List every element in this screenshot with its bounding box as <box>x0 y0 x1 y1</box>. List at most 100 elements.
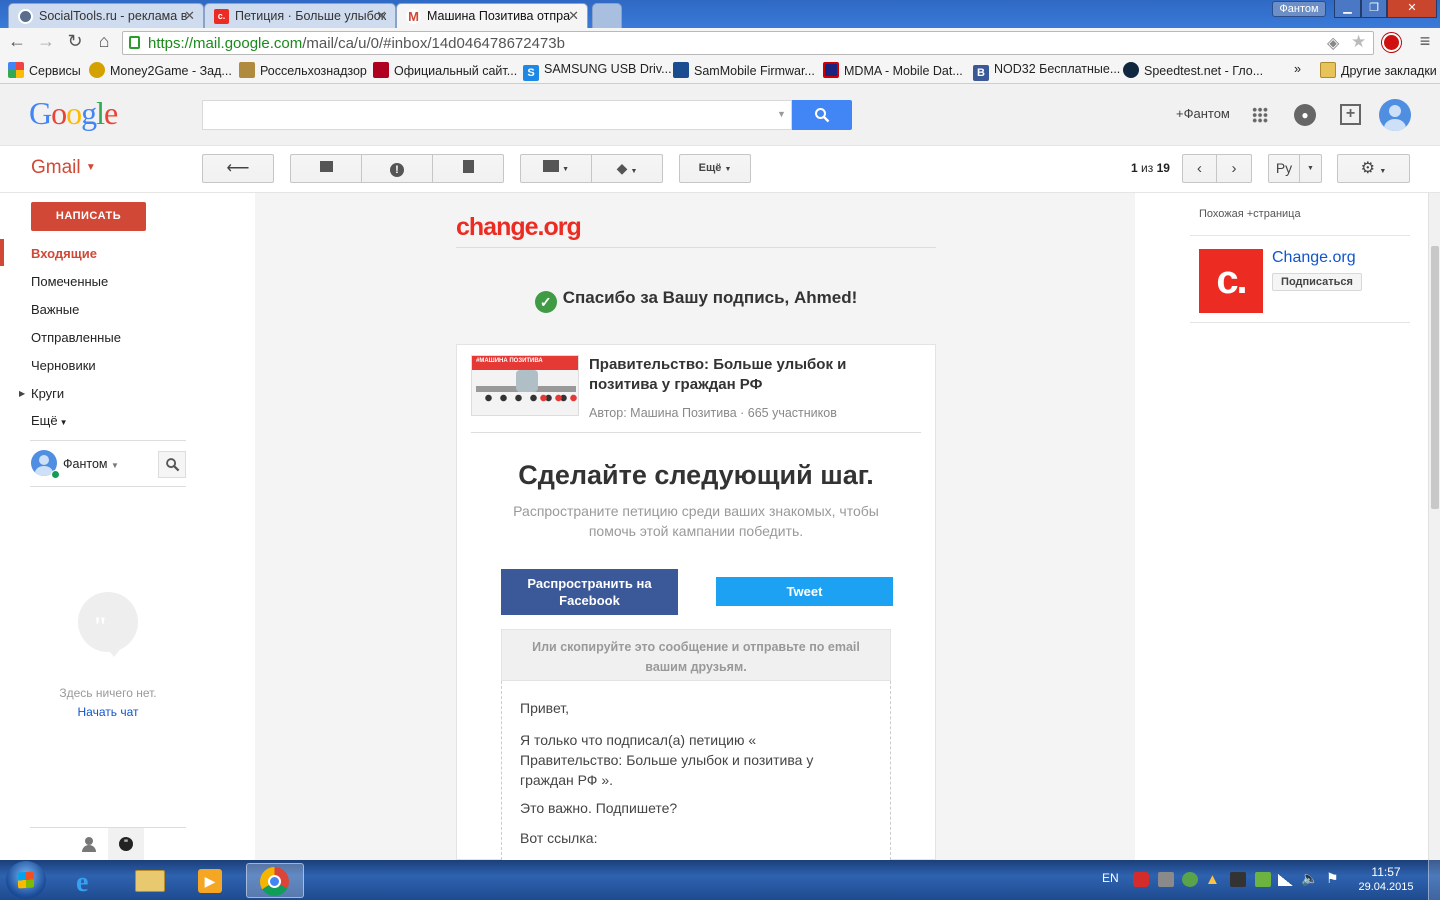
newer-button[interactable]: ‹ <box>1182 154 1217 183</box>
input-tools-dropdown[interactable]: ▼ <box>1299 154 1322 183</box>
show-desktop-button[interactable] <box>1428 860 1440 900</box>
sidebar-item-drafts[interactable]: Черновики <box>31 358 96 373</box>
google-logo[interactable]: Google <box>29 95 118 132</box>
hangouts-avatar[interactable] <box>31 450 60 479</box>
back-arrow-icon: ⟵ <box>226 160 250 177</box>
petition-title-link[interactable]: Правительство: Больше улыбок и позитива … <box>589 355 889 395</box>
avatar[interactable] <box>1379 99 1411 131</box>
action-center-flag-icon[interactable]: ⚑ <box>1326 870 1339 887</box>
new-tab-button[interactable] <box>592 3 622 28</box>
google-plus-user[interactable]: +Фантом <box>1176 106 1230 121</box>
bookmarks-overflow[interactable]: » <box>1294 62 1301 76</box>
related-page-link[interactable]: Change.org <box>1272 249 1356 267</box>
scrollbar[interactable] <box>1428 193 1440 860</box>
network-icon[interactable] <box>1278 874 1293 886</box>
close-icon[interactable]: ✕ <box>376 8 387 24</box>
bookmark-money2game[interactable]: Money2Game - Зад... <box>89 62 232 78</box>
settings-button[interactable]: ⚙ ▼ <box>1337 154 1410 183</box>
bookmark-samsung[interactable]: S SAMSUNG USB Driv... <box>523 62 672 81</box>
search-options-icon[interactable]: ▼ <box>777 109 786 119</box>
volume-icon[interactable]: 🔈 <box>1301 870 1318 887</box>
apps-grid-icon[interactable] <box>1252 107 1268 123</box>
bookmark-official[interactable]: Официальный сайт... <box>373 62 517 78</box>
warning-tray-icon[interactable]: ▲ <box>1205 871 1220 888</box>
report-spam-button[interactable]: ! <box>361 154 433 183</box>
labels-button[interactable]: ◆ ▼ <box>591 154 663 183</box>
copy-message-box[interactable]: Привет, Я только что подписал(а) петицию… <box>501 681 891 860</box>
input-language[interactable]: EN <box>1102 871 1119 885</box>
sidebar-item-more[interactable]: Ещё ▼ <box>31 413 68 428</box>
explorer-folder-icon[interactable] <box>126 863 174 898</box>
tab-socialtools[interactable]: SocialTools.ru - реклама в ✕ <box>8 3 204 28</box>
tray-app-icon[interactable] <box>1182 872 1198 887</box>
back-icon[interactable]: ← <box>5 31 29 52</box>
hangouts-tab[interactable]: " <box>108 828 144 860</box>
address-bar[interactable]: https://mail.google.com/mail/ca/u/0/#inb… <box>122 31 1374 55</box>
bookmark-nod32[interactable]: B NOD32 Бесплатные... <box>973 62 1120 81</box>
reload-icon[interactable]: ↻ <box>63 31 87 52</box>
bookmark-rosselhoz[interactable]: Россельхознадзор <box>239 62 367 78</box>
hangouts-search-button[interactable] <box>158 451 186 478</box>
changeorg-page-logo[interactable]: c. <box>1199 249 1263 313</box>
scrollbar-thumb[interactable] <box>1431 246 1439 509</box>
tray-app-icon[interactable] <box>1230 872 1246 887</box>
tab-petition[interactable]: c. Петиция · Больше улыбок ✕ <box>204 3 396 28</box>
sammobile-icon <box>673 62 689 78</box>
notifications-icon[interactable]: ● <box>1294 104 1316 126</box>
sidebar-item-starred[interactable]: Помеченные <box>31 274 108 289</box>
sidebar-item-inbox[interactable]: Входящие <box>31 246 97 261</box>
other-bookmarks[interactable]: Другие закладки <box>1320 62 1437 78</box>
internet-explorer-icon[interactable]: e <box>66 863 114 898</box>
home-icon[interactable]: ⌂ <box>92 31 116 52</box>
share-plus-icon[interactable]: + <box>1340 104 1361 125</box>
contacts-icon[interactable] <box>81 836 97 852</box>
expand-arrow-icon[interactable]: ▶ <box>19 389 25 398</box>
tray-app-icon[interactable] <box>1255 872 1271 887</box>
sidebar-item-circles[interactable]: Круги <box>31 386 64 401</box>
input-tools-button[interactable]: Ру <box>1268 154 1300 183</box>
forward-icon[interactable]: → <box>34 31 58 52</box>
tweet-button[interactable]: Tweet <box>716 577 893 606</box>
bookmark-sammobile[interactable]: SamMobile Firmwar... <box>673 62 815 78</box>
tab-gmail[interactable]: M Машина Позитива отпра ✕ <box>396 3 588 28</box>
close-icon[interactable]: ✕ <box>568 8 579 24</box>
clock[interactable]: 11:57 29.04.2015 <box>1352 865 1420 895</box>
older-button[interactable]: › <box>1216 154 1252 183</box>
bookmark-mdma[interactable]: MDMA - Mobile Dat... <box>823 62 963 78</box>
subscribe-button[interactable]: Подписаться <box>1272 273 1362 291</box>
translate-icon[interactable]: ◈ <box>1327 33 1339 53</box>
close-window-button[interactable]: ✕ <box>1387 0 1437 18</box>
maximize-button[interactable]: ❐ <box>1361 0 1387 18</box>
menu-icon[interactable]: ≡ <box>1413 31 1437 52</box>
minimize-button[interactable]: ▁ <box>1334 0 1361 18</box>
hangouts-user-menu[interactable]: Фантом ▼ <box>63 457 119 471</box>
petition-thumbnail[interactable]: #МАШИНА ПОЗИТИВА <box>471 355 579 416</box>
archive-button[interactable] <box>290 154 362 183</box>
media-player-icon[interactable]: ▶ <box>186 863 234 898</box>
search-input[interactable]: ▼ <box>202 100 792 130</box>
tray-app-icon[interactable] <box>1158 872 1174 887</box>
move-to-button[interactable]: ▼ <box>520 154 592 183</box>
compose-button[interactable]: НАПИСАТЬ <box>31 202 146 231</box>
back-to-inbox-button[interactable]: ⟵ <box>202 154 274 183</box>
share-facebook-button[interactable]: Распространить на Facebook <box>501 569 678 615</box>
sidebar-item-important[interactable]: Важные <box>31 302 79 317</box>
search-button[interactable] <box>792 100 852 130</box>
changeorg-logo[interactable]: change.org <box>456 213 582 242</box>
profile-badge[interactable]: Фантом <box>1272 1 1326 17</box>
bookmark-services[interactable]: Сервисы <box>8 62 81 78</box>
delete-button[interactable] <box>432 154 504 183</box>
star-icon[interactable]: ★ <box>1351 32 1366 52</box>
antivirus-tray-icon[interactable] <box>1133 872 1149 887</box>
adblock-icon[interactable] <box>1382 33 1401 52</box>
bookmark-speedtest[interactable]: Speedtest.net - Гло... <box>1123 62 1263 78</box>
sidebar-item-sent[interactable]: Отправленные <box>31 330 121 345</box>
start-chat-link[interactable]: Начать чат <box>30 705 186 719</box>
close-icon[interactable]: ✕ <box>184 8 195 24</box>
clock-date: 29.04.2015 <box>1358 881 1414 893</box>
gmail-product-switcher[interactable]: Gmail ▼ <box>31 157 96 179</box>
more-actions-button[interactable]: Ещё ▼ <box>679 154 751 183</box>
chrome-taskbar-icon[interactable] <box>246 863 304 898</box>
start-button[interactable] <box>6 861 46 899</box>
bookmarks-bar: Сервисы Money2Game - Зад... Россельхозна… <box>0 59 1440 84</box>
